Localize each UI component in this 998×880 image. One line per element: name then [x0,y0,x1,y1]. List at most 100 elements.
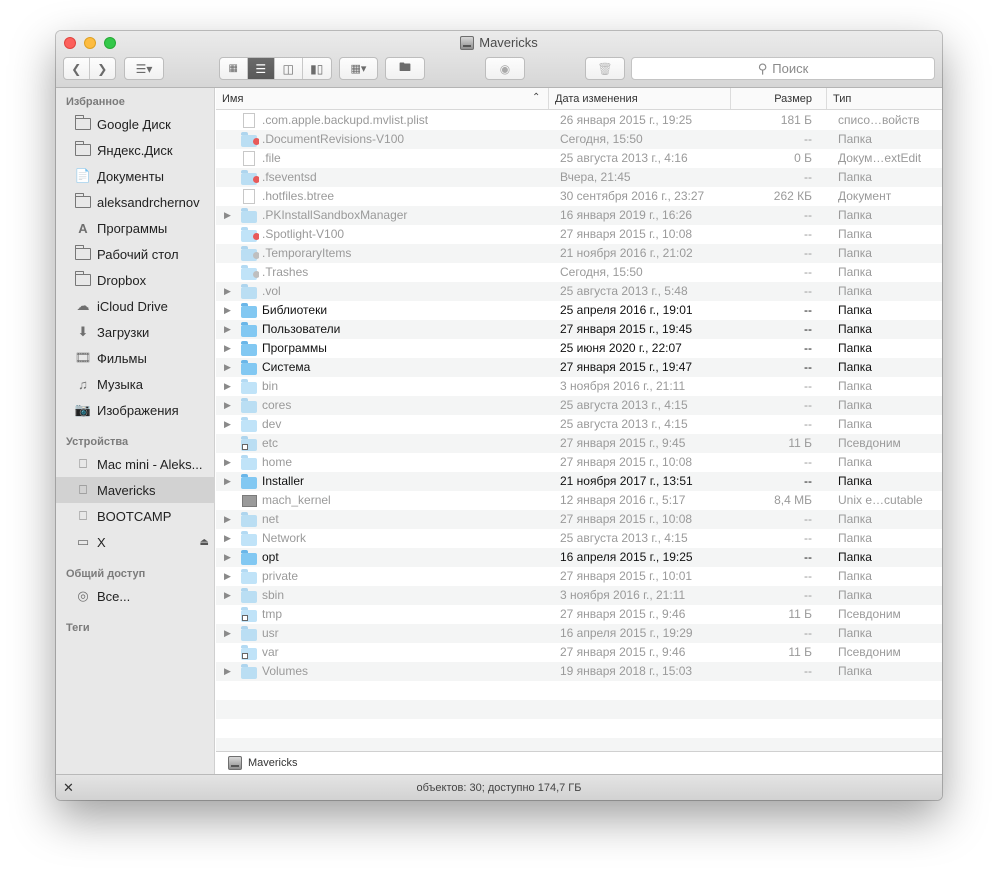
file-row[interactable]: .Spotlight-V100 27 января 2015 г., 10:08 -… [216,225,942,244]
back-button[interactable]: ❮ [64,58,90,79]
file-row[interactable]: ▶ dev 25 августа 2013 г., 4:15 -- Папка [216,415,942,434]
file-row[interactable]: ▶ net 27 января 2015 г., 10:08 -- Папка [216,510,942,529]
disclosure-triangle-icon[interactable]: ▶ [224,206,236,225]
column-kind-header[interactable]: Тип [826,88,942,109]
sidebar-item[interactable]: 🎞 Фильмы [56,345,215,371]
file-row[interactable]: ▶ Network 25 августа 2013 г., 4:15 -- Папка [216,529,942,548]
list-arrange-icon: ☰▾ [135,61,153,76]
sidebar-item[interactable]: ◎ Все... [56,583,215,609]
sidebar-item[interactable]: ▭ X ⏏ [56,529,215,555]
disclosure-triangle-icon[interactable]: ▶ [224,548,236,567]
file-row[interactable]: .Trashes Сегодня, 15:50 -- Папка [216,263,942,282]
camera-icon: 📷 [74,402,92,417]
file-size: -- [804,227,812,241]
disclosure-triangle-icon[interactable]: ▶ [224,396,236,415]
disclosure-triangle-icon[interactable]: ▶ [224,567,236,586]
file-name: home [262,455,293,469]
sidebar-item[interactable]: ⎕ Mac mini - Aleks... [56,451,215,477]
file-row[interactable]: .TemporaryItems 21 ноября 2016 г., 21:02 -… [216,244,942,263]
file-row[interactable]: ▶ cores 25 августа 2013 г., 4:15 -- Папка [216,396,942,415]
file-date: 27 января 2015 г., 19:45 [560,322,693,336]
sidebar-item[interactable]: A Программы [56,215,215,241]
group-button[interactable]: ▦▾ [339,57,378,80]
sidebar-item[interactable]: ⎕ Mavericks [56,477,215,503]
cover-flow-button[interactable]: ▮▯ [303,58,331,79]
file-row[interactable]: .file 25 августа 2013 г., 4:16 0 Б Докум…ex… [216,149,942,168]
file-row[interactable]: .com.apple.backupd.mvlist.plist 26 января… [216,111,942,130]
row-spacer [224,149,236,168]
disclosure-triangle-icon[interactable]: ▶ [224,377,236,396]
file-date: 19 января 2018 г., 15:03 [560,664,693,678]
disclosure-triangle-icon[interactable]: ▶ [224,510,236,529]
sidebar-item[interactable]: Dropbox [56,267,215,293]
column-view-button[interactable]: ◫ [275,58,303,79]
sidebar-item[interactable]: 📄 Документы [56,163,215,189]
file-row[interactable]: ▶ usr 16 апреля 2015 г., 19:29 -- Папка [216,624,942,643]
sidebar-item[interactable]: Рабочий стол [56,241,215,267]
sidebar-item[interactable]: 📷 Изображения [56,397,215,423]
file-row[interactable]: .DocumentRevisions-V100 Сегодня, 15:50 -- П… [216,130,942,149]
file-row[interactable]: ▶ private 27 января 2015 г., 10:01 -- Папка [216,567,942,586]
column-size-header[interactable]: Размер [730,88,826,109]
file-row[interactable]: ▶ home 27 января 2015 г., 10:08 -- Папка [216,453,942,472]
file-row[interactable]: var 27 января 2015 г., 9:46 11 Б Псевдоним [216,643,942,662]
file-row[interactable]: .fseventsd Вчера, 21:45 -- Папка [216,168,942,187]
file-row[interactable]: mach_kernel 12 января 2016 г., 5:17 8,4 МБ… [216,491,942,510]
sidebar-item[interactable]: ☁ iCloud Drive [56,293,215,319]
new-folder-button[interactable]: 🖿 [385,57,425,80]
sidebar-item[interactable]: ♫ Музыка [56,371,215,397]
disclosure-triangle-icon[interactable]: ▶ [224,586,236,605]
disclosure-triangle-icon[interactable]: ▶ [224,320,236,339]
sidebar-item[interactable]: ⬇ Загрузки [56,319,215,345]
file-row[interactable]: ▶ bin 3 ноября 2016 г., 21:11 -- Папка [216,377,942,396]
sidebar-item[interactable]: Google Диск [56,111,215,137]
search-field[interactable]: ⚲ Поиск [631,57,935,80]
disclosure-triangle-icon[interactable]: ▶ [224,415,236,434]
disclosure-triangle-icon[interactable]: ▶ [224,339,236,358]
file-row[interactable]: ▶ .PKInstallSandboxManager 16 января 2019 … [216,206,942,225]
list-view-button[interactable]: ☰ [247,58,276,79]
sidebar-item-label: Рабочий стол [97,246,179,262]
icon-view-button[interactable]: ▦ [220,58,248,79]
sidebar-item[interactable]: ⎕ BOOTCAMP [56,503,215,529]
file-size: 11 Б [788,436,812,450]
trash-button[interactable]: 🗑 [585,57,625,80]
file-date: 3 ноября 2016 г., 21:11 [560,588,686,602]
file-row[interactable]: etc 27 января 2015 г., 9:45 11 Б Псевдоним [216,434,942,453]
sidebar-toggle-icon[interactable]: ✕ [63,780,74,796]
sidebar-item[interactable]: Яндекс.Диск [56,137,215,163]
file-kind: Папка [838,265,872,279]
arrange-button[interactable]: ☰▾ [124,57,164,80]
disclosure-triangle-icon[interactable]: ▶ [224,624,236,643]
file-row[interactable]: ▶ Volumes 19 января 2018 г., 15:03 -- Папка [216,662,942,681]
file-name: .Spotlight-V100 [262,227,345,241]
file-row[interactable]: ▶ Библиотеки 25 апреля 2016 г., 19:01 -- Пап… [216,301,942,320]
disclosure-triangle-icon[interactable]: ▶ [224,453,236,472]
forward-button[interactable]: ❯ [90,58,115,79]
file-size: -- [804,588,812,602]
disclosure-triangle-icon[interactable]: ▶ [224,662,236,681]
file-row[interactable]: ▶ Installer 21 ноября 2017 г., 13:51 -- Папк… [216,472,942,491]
disclosure-triangle-icon[interactable]: ▶ [224,282,236,301]
path-bar-item[interactable]: Mavericks [248,757,298,769]
eject-icon[interactable]: ⏏ [200,537,209,548]
file-row[interactable]: ▶ Программы 25 июня 2020 г., 22:07 -- Папка [216,339,942,358]
file-row[interactable]: ▶ sbin 3 ноября 2016 г., 21:11 -- Папка [216,586,942,605]
file-row[interactable]: ▶ Пользователи 27 января 2015 г., 19:45 -- П… [216,320,942,339]
file-row[interactable]: ▶ Система 27 января 2015 г., 19:47 -- Папка [216,358,942,377]
file-list: Имя ⌃ Дата изменения Размер Тип .com.app… [216,88,942,751]
file-row[interactable]: tmp 27 января 2015 г., 9:46 11 Б Псевдоним [216,605,942,624]
disclosure-triangle-icon[interactable]: ▶ [224,301,236,320]
disclosure-triangle-icon[interactable]: ▶ [224,472,236,491]
folder-icon [241,624,259,643]
file-row[interactable]: ▶ .vol 25 августа 2013 г., 5:48 -- Папка [216,282,942,301]
file-row[interactable]: ▶ opt 16 апреля 2015 г., 19:25 -- Папка [216,548,942,567]
disclosure-triangle-icon[interactable]: ▶ [224,358,236,377]
column-name-header[interactable]: Имя [216,88,548,109]
quicklook-button[interactable]: ◉ [485,57,525,80]
disclosure-triangle-icon[interactable]: ▶ [224,529,236,548]
file-row[interactable]: .hotfiles.btree 30 сентября 2016 г., 23:2… [216,187,942,206]
column-date-header[interactable]: Дата изменения [548,88,730,109]
sidebar-item[interactable]: aleksandrchernov [56,189,215,215]
sidebar-heading-devices: Устройства [66,436,129,448]
